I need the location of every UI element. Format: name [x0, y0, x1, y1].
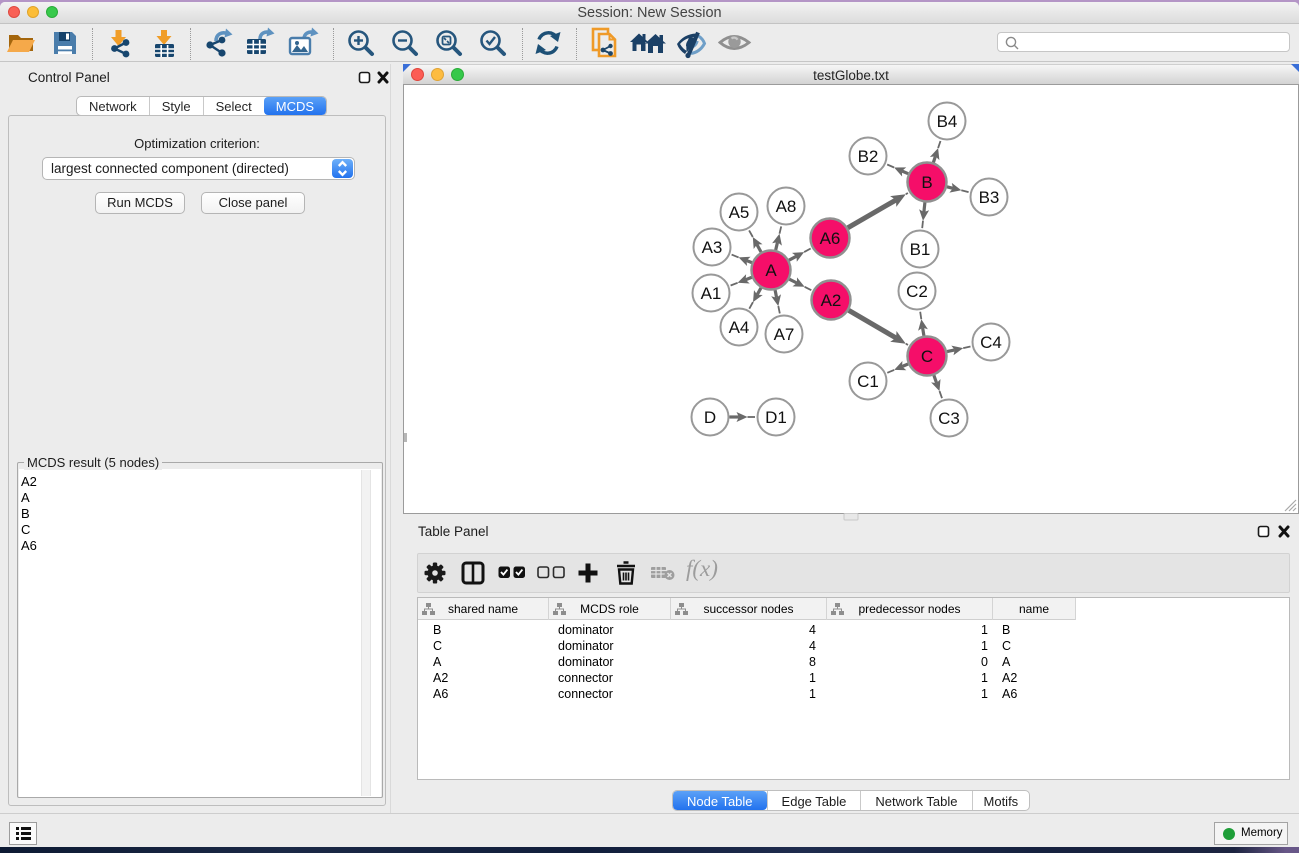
svg-text:C3: C3 — [938, 409, 960, 428]
svg-text:A7: A7 — [774, 325, 795, 344]
svg-text:D1: D1 — [765, 408, 787, 427]
svg-text:B1: B1 — [910, 240, 931, 259]
svg-text:B2: B2 — [858, 147, 879, 166]
svg-text:C: C — [921, 347, 933, 366]
svg-text:D: D — [704, 408, 716, 427]
svg-text:A4: A4 — [729, 318, 750, 337]
svg-text:C1: C1 — [857, 372, 879, 391]
svg-text:A3: A3 — [702, 238, 723, 257]
svg-text:A: A — [765, 261, 777, 280]
svg-text:A5: A5 — [729, 203, 750, 222]
svg-text:C2: C2 — [906, 282, 928, 301]
svg-text:A6: A6 — [820, 229, 841, 248]
svg-text:B3: B3 — [979, 188, 1000, 207]
svg-text:B4: B4 — [937, 112, 958, 131]
svg-text:A8: A8 — [776, 197, 797, 216]
svg-text:A1: A1 — [701, 284, 722, 303]
svg-text:A2: A2 — [821, 291, 842, 310]
svg-text:C4: C4 — [980, 333, 1002, 352]
svg-text:B: B — [921, 173, 932, 192]
